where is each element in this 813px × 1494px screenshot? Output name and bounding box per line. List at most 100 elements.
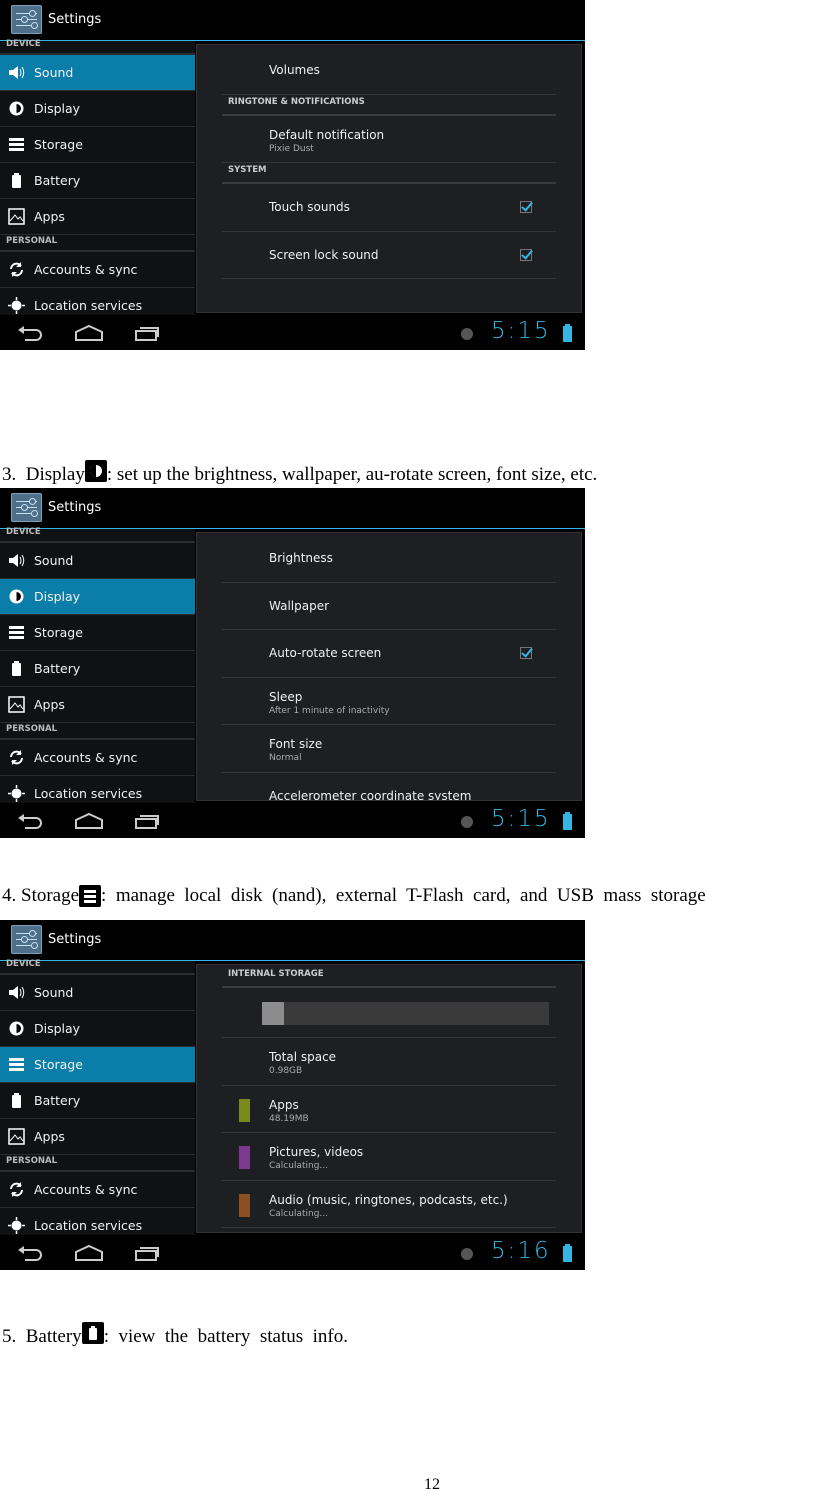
sidebar-item-label: Sound	[34, 65, 74, 80]
checkbox-checked[interactable]	[520, 647, 532, 659]
preference-title: Total space	[269, 1050, 337, 1064]
sidebar-item-apps[interactable]: Apps	[0, 1119, 195, 1155]
sidebar-item-accounts-sync[interactable]: Accounts & sync	[0, 1172, 195, 1208]
battery-icon	[81, 1322, 104, 1344]
notification-dot-icon[interactable]	[460, 1246, 474, 1265]
preference-item[interactable]: Screen lock sound	[222, 232, 556, 279]
system-nav-bar: 5:16	[0, 1235, 585, 1270]
back-icon[interactable]	[17, 812, 43, 834]
sidebar-item-battery[interactable]: Battery	[0, 651, 195, 687]
preference-title: Wallpaper	[269, 598, 330, 613]
action-bar: Settings	[0, 488, 585, 529]
checkbox-checked[interactable]	[520, 201, 532, 213]
sidebar-item-storage[interactable]: Storage	[0, 615, 195, 651]
item-description: : view the battery status info.	[103, 1326, 348, 1347]
color-swatch	[239, 1146, 250, 1169]
settings-app-icon[interactable]	[11, 493, 42, 522]
sidebar-item-accounts-sync[interactable]: Accounts & sync	[0, 740, 195, 776]
sidebar-item-display[interactable]: Display	[0, 579, 195, 615]
preference-item[interactable]: Accelerometer coordinate system	[222, 773, 556, 801]
preference-summary: Normal	[269, 753, 302, 763]
settings-detail-panel: Volumes RINGTONE & NOTIFICATIONS Default n…	[196, 44, 582, 313]
preference-title: Touch sounds	[269, 200, 350, 214]
settings-screenshot-storage: Settings DEVICE Sound Display Storage Battery…	[0, 920, 585, 1270]
sync-icon	[8, 261, 25, 278]
settings-screenshot-display: Settings DEVICE Sound Display Storage Battery…	[0, 488, 585, 838]
sidebar-item-battery[interactable]: Battery	[0, 163, 195, 199]
sidebar-item-sound[interactable]: Sound	[0, 543, 195, 579]
preference-title: Screen lock sound	[269, 247, 379, 262]
home-icon[interactable]	[74, 1244, 104, 1266]
sidebar-item-storage[interactable]: Storage	[0, 127, 195, 163]
preference-item[interactable]: Volumes	[222, 47, 556, 95]
status-clock: 5:15	[491, 806, 551, 832]
sidebar-item-label: Display	[34, 1021, 81, 1036]
sidebar-item-label: Apps	[34, 209, 65, 224]
sidebar-item-label: Storage	[34, 137, 83, 152]
item-number: 4.	[2, 885, 17, 906]
sidebar-item-label: Apps	[34, 697, 65, 712]
checkbox-checked[interactable]	[520, 248, 532, 261]
notification-dot-icon[interactable]	[460, 326, 474, 345]
preference-item[interactable]: Auto-rotate screen	[222, 630, 556, 678]
back-icon[interactable]	[17, 1244, 43, 1266]
preference-title: Apps	[269, 1097, 299, 1112]
paragraph-battery: 5. Battery: view the battery status info…	[2, 1322, 348, 1348]
preference-item[interactable]: Font size Normal	[222, 725, 556, 773]
settings-sidebar: DEVICE Sound Display Storage Battery Apps PERS…	[0, 528, 195, 812]
preference-summary: Calculating...	[269, 1208, 328, 1219]
sidebar-item-storage[interactable]: Storage	[0, 1047, 195, 1083]
battery-icon	[8, 660, 25, 677]
status-clock: 5:15	[491, 318, 551, 344]
sidebar-item-label: Apps	[34, 1129, 65, 1144]
category-header: SYSTEM	[222, 163, 556, 184]
sidebar-item-accounts-sync[interactable]: Accounts & sync	[0, 252, 195, 288]
home-icon[interactable]	[74, 324, 104, 346]
sidebar-item-apps[interactable]: Apps	[0, 687, 195, 723]
category-header: INTERNAL STORAGE	[222, 967, 556, 988]
preference-item[interactable]: Sleep After 1 minute of inactivity	[222, 678, 556, 725]
recent-apps-icon[interactable]	[134, 324, 162, 346]
settings-detail-panel: Brightness Wallpaper Auto-rotate screen Sle…	[196, 532, 582, 801]
preference-title: Accelerometer coordinate system	[269, 788, 472, 801]
storage-icon	[8, 136, 25, 153]
recent-apps-icon[interactable]	[134, 1244, 162, 1266]
brightness-icon	[8, 1020, 25, 1037]
paragraph-display: 3. Display: set up the brightness, wallp…	[2, 460, 597, 486]
preference-item[interactable]: Brightness	[222, 535, 556, 583]
sidebar-item-label: Display	[34, 101, 81, 116]
sidebar-item-sound[interactable]: Sound	[0, 975, 195, 1011]
apps-icon	[8, 696, 25, 713]
preference-item[interactable]: Total space 0.98GB	[222, 1038, 556, 1086]
preference-item[interactable]: Pictures, videos Calculating...	[222, 1133, 556, 1181]
preference-item[interactable]: Touch sounds	[222, 184, 556, 232]
preference-item[interactable]: Wallpaper	[222, 583, 556, 630]
home-icon[interactable]	[74, 812, 104, 834]
sidebar-item-label: Accounts & sync	[34, 262, 138, 277]
preference-item[interactable]: Apps 48.19MB	[222, 1086, 556, 1133]
preference-item[interactable]: Default notification Pixie Dust	[222, 116, 556, 163]
sidebar-item-display[interactable]: Display	[0, 1011, 195, 1047]
back-icon[interactable]	[17, 324, 43, 346]
settings-app-icon[interactable]	[11, 5, 42, 34]
sidebar-item-label: Sound	[34, 985, 74, 1000]
item-description: : manage local disk (nand), external T-F…	[101, 885, 706, 906]
preference-item[interactable]: Audio (music, ringtones, podcasts, etc.)…	[222, 1181, 556, 1228]
settings-app-icon[interactable]	[11, 925, 42, 954]
sidebar-item-sound[interactable]: Sound	[0, 55, 195, 91]
preference-title: Auto-rotate screen	[269, 646, 382, 660]
section-header-device: DEVICE	[0, 528, 195, 543]
app-title: Settings	[48, 12, 102, 27]
notification-dot-icon[interactable]	[460, 814, 474, 833]
preference-title: Volumes	[269, 63, 320, 77]
sidebar-item-label: Location services	[34, 298, 143, 313]
sidebar-item-apps[interactable]: Apps	[0, 199, 195, 235]
location-icon	[8, 297, 25, 314]
action-bar: Settings	[0, 0, 585, 41]
storage-usage-bar	[222, 988, 556, 1038]
storage-icon	[79, 885, 102, 907]
sidebar-item-battery[interactable]: Battery	[0, 1083, 195, 1119]
recent-apps-icon[interactable]	[134, 812, 162, 834]
sidebar-item-display[interactable]: Display	[0, 91, 195, 127]
section-header-device: DEVICE	[0, 40, 195, 55]
